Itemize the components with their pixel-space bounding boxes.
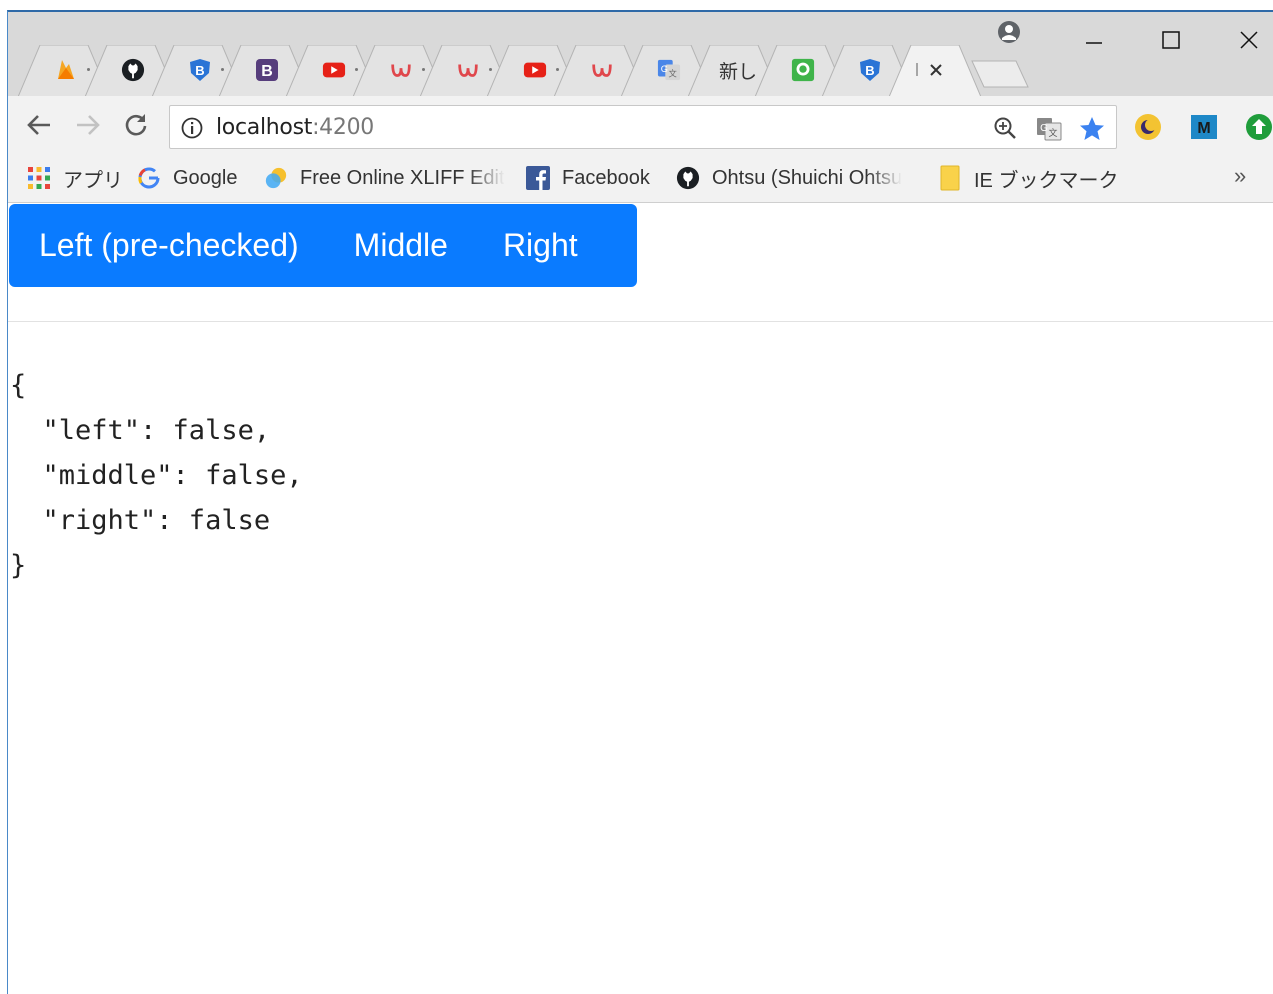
translate-icon[interactable]: G文 [1036, 116, 1062, 147]
reload-button[interactable] [121, 110, 151, 140]
bookmark-apps-label: アプリ [63, 169, 123, 192]
back-button[interactable] [24, 110, 54, 140]
udemy-icon [389, 58, 413, 82]
tab-active[interactable]: I [889, 45, 981, 97]
google-translate-icon: G文 [657, 58, 681, 82]
google-g-icon [137, 166, 161, 190]
firebase-icon [54, 58, 78, 82]
github-icon [676, 166, 700, 190]
folder-icon [938, 165, 962, 191]
toolbar: localhost:4200 G文 M [8, 96, 1273, 152]
svg-text:M: M [1197, 120, 1210, 137]
udemy-icon [456, 58, 480, 82]
moon-extension-icon[interactable] [1134, 113, 1162, 141]
bookmark-ohtsu-label: Ohtsu (Shuichi Ohtsu [712, 166, 903, 189]
url-text[interactable]: localhost:4200 [216, 115, 374, 140]
page-content: Left (pre-checked) Middle Right { "left"… [8, 203, 1273, 994]
bookmark-ohtsu[interactable]: Ohtsu (Shuichi Ohtsu [676, 164, 916, 192]
checkbox-button-group: Left (pre-checked) Middle Right [9, 204, 637, 287]
bookmark-ie-label: IE ブックマーク [974, 169, 1119, 192]
bootstrap-shield-icon: B [188, 58, 212, 82]
minimize-button[interactable] [1071, 22, 1117, 58]
bookmark-google-label: Google [173, 166, 238, 189]
bookmark-star-icon[interactable] [1079, 116, 1105, 147]
bookmark-facebook-label: Facebook [562, 166, 650, 189]
bootstrap-shield-icon: B [858, 58, 882, 82]
svg-text:文: 文 [1048, 127, 1057, 139]
more-bookmarks-button[interactable]: » [1234, 163, 1246, 189]
zoom-icon[interactable] [993, 116, 1017, 145]
youtube-icon [322, 58, 346, 82]
address-bar[interactable]: localhost:4200 G文 [169, 105, 1117, 149]
middle-toggle-button[interactable]: Middle [299, 204, 448, 287]
github-icon [121, 58, 145, 82]
profile-icon[interactable] [996, 19, 1022, 50]
udemy-icon [590, 58, 614, 82]
json-output: { "left": false, "middle": false, "right… [10, 370, 303, 581]
horizontal-rule [8, 321, 1273, 322]
upload-extension-icon[interactable] [1245, 113, 1273, 141]
forward-button[interactable] [73, 110, 103, 140]
tab-new-label: 新し [718, 60, 757, 83]
bookmark-xliff-label: Free Online XLIFF Edit [300, 166, 504, 189]
apps-grid-icon [27, 166, 51, 190]
bootstrap-icon: B [255, 58, 279, 82]
svg-text:B: B [865, 63, 874, 78]
green-app-icon [791, 58, 815, 82]
url-host: localhost [216, 115, 313, 140]
bookmark-xliff[interactable]: Free Online XLIFF Edit [264, 164, 504, 192]
youtube-icon [523, 58, 547, 82]
bookmark-google[interactable]: Google [137, 164, 238, 192]
close-window-button[interactable] [1226, 22, 1272, 58]
close-tab-icon[interactable] [925, 58, 947, 82]
bookmark-ie-folder[interactable]: IE ブックマーク [938, 164, 1118, 192]
left-toggle-button[interactable]: Left (pre-checked) [9, 204, 299, 287]
maximize-button[interactable] [1148, 22, 1194, 58]
svg-text:G: G [661, 64, 668, 74]
bookmark-facebook[interactable]: Facebook [526, 164, 650, 192]
xliff-icon [264, 166, 288, 190]
browser-window: B B G 文 新し B I localhost:4200 G 文 M アプリ … [7, 10, 1273, 994]
svg-text:B: B [261, 63, 273, 80]
site-info-icon[interactable] [181, 117, 203, 144]
new-tab-button[interactable] [970, 59, 1030, 89]
facebook-icon [526, 166, 550, 190]
url-port: :4200 [312, 115, 374, 140]
bookmarks-bar: アプリ Google Free Online XLIFF Edit Facebo… [8, 152, 1273, 203]
tab-active-title: I [914, 59, 920, 80]
right-toggle-button[interactable]: Right [448, 204, 578, 287]
svg-text:文: 文 [669, 68, 678, 78]
m-extension-icon[interactable]: M [1190, 113, 1218, 141]
svg-text:G: G [1040, 123, 1048, 134]
bookmark-apps[interactable]: アプリ [27, 164, 123, 192]
svg-text:B: B [195, 63, 204, 78]
tab-strip: B B G 文 新し B I [8, 12, 1273, 97]
